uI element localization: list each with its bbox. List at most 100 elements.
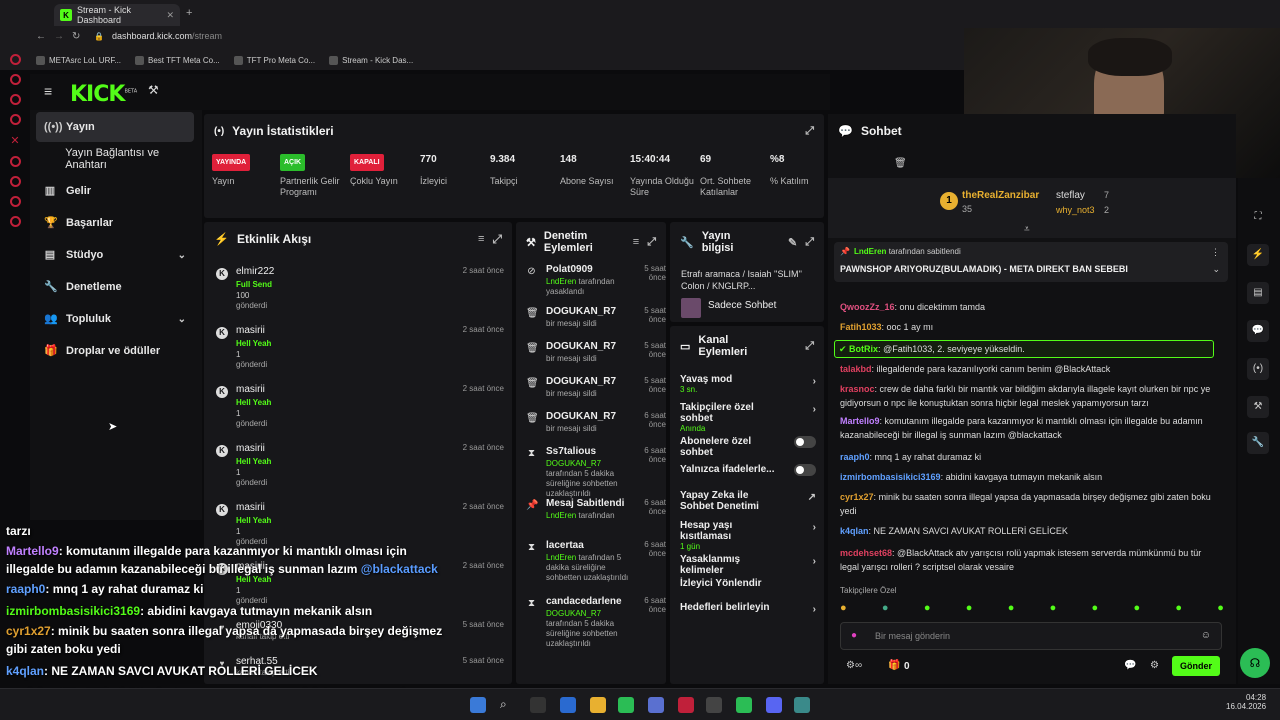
folder-icon[interactable] <box>590 697 606 713</box>
emote-icon[interactable]: ● <box>1217 602 1224 618</box>
gx-icon[interactable] <box>9 74 21 85</box>
url-field[interactable]: dashboard.kick.com/stream <box>112 31 222 41</box>
channel-action-8[interactable]: İzleyici Yönlendir <box>680 578 816 589</box>
app-icon[interactable] <box>794 697 810 713</box>
feed-username[interactable]: masirii <box>236 443 265 454</box>
forward-icon[interactable]: → <box>54 31 64 42</box>
chat-username[interactable]: Fatih1033 <box>840 322 882 332</box>
channel-action-6[interactable]: Hesap yaşı kısıtlaması 1 gün › <box>680 520 816 551</box>
popout-icon[interactable]: ⤢ <box>492 232 502 247</box>
menu-icon[interactable]: ≡ <box>44 83 52 99</box>
x-icon[interactable]: ✕ <box>10 134 19 147</box>
moderation-target[interactable]: Ss7talious <box>546 446 596 457</box>
emote-icon[interactable]: ● <box>840 602 847 618</box>
moderation-target[interactable]: Mesaj Sabitlendi <box>546 498 624 509</box>
leader-name[interactable]: steflay <box>1056 190 1085 201</box>
moderation-target[interactable]: DOGUKAN_R7 <box>546 341 616 352</box>
notes-icon[interactable]: ▤ <box>1247 282 1269 304</box>
mod-icon[interactable]: ⚒ <box>1247 396 1269 418</box>
bookmark-item[interactable]: Best TFT Meta Co... <box>135 55 220 65</box>
search-icon[interactable]: ⌕ <box>500 697 516 713</box>
feed-username[interactable]: elmir222 <box>236 266 274 277</box>
channel-action-7[interactable]: Yasaklanmış kelimeler › <box>680 554 816 576</box>
sidebar-item-gelir[interactable]: ▥ Gelir <box>36 176 194 206</box>
emote-icon[interactable]: ● <box>882 602 889 618</box>
mail-icon[interactable] <box>560 697 576 713</box>
whatsapp-icon[interactable] <box>618 697 634 713</box>
sidebar-item-droplar[interactable]: 🎁 Droplar ve ödüller <box>36 336 194 366</box>
emote-icon[interactable]: ● <box>1175 602 1182 618</box>
channel-action-9[interactable]: Hedefleri belirleyin › <box>680 602 816 615</box>
popout-icon[interactable]: ⤢ <box>805 236 814 249</box>
opera-icon[interactable] <box>9 54 21 65</box>
moderation-target[interactable]: Polat0909 <box>546 264 593 275</box>
chat-bubble-icon[interactable]: 💬 <box>1124 660 1136 671</box>
filter-icon[interactable]: ≡ <box>478 233 484 245</box>
channel-action-1[interactable]: Yavaş mod 3 sn. › <box>680 374 816 394</box>
moderation-target[interactable]: lacertaa <box>546 540 584 551</box>
support-icon[interactable]: ☊ <box>1240 648 1270 678</box>
settings-link-icon[interactable]: ⚙∞ <box>846 660 862 671</box>
chat-username[interactable]: krasnoc <box>840 384 875 394</box>
sidebar-item-denetleme[interactable]: 🔧 Denetleme <box>36 272 194 302</box>
twitch-icon[interactable] <box>9 94 21 105</box>
new-tab-icon[interactable]: + <box>186 7 192 19</box>
messenger-icon[interactable] <box>9 196 21 207</box>
chat-username[interactable]: izmirbombasisikici3169 <box>840 472 941 482</box>
chat-input[interactable]: ● Bir mesaj gönderin ☺ <box>840 622 1222 650</box>
clock[interactable]: 04:28 16.04.2026 <box>1226 693 1266 711</box>
back-icon[interactable]: ← <box>36 31 46 42</box>
sidebar-item-stream-key[interactable]: Yayın Bağlantısı ve Anahtarı <box>36 144 194 174</box>
kick-logo[interactable]: KICKBETA <box>70 82 137 107</box>
site-info-icon[interactable]: 🔒 <box>94 32 104 41</box>
trash-icon[interactable]: 🗑 <box>894 158 907 169</box>
discord-icon[interactable] <box>9 176 21 187</box>
bookmark-item[interactable]: TFT Pro Meta Co... <box>233 55 315 65</box>
broadcast-icon[interactable]: (•) <box>1247 358 1269 380</box>
emote-icon[interactable]: ● <box>1008 602 1015 618</box>
emote-icon[interactable]: ● <box>966 602 973 618</box>
sidebar-item-studyo[interactable]: ▤ Stüdyo ⌄ <box>36 240 194 270</box>
collapse-icon[interactable]: ⩡ <box>1024 224 1030 235</box>
fullscreen-icon[interactable]: ⛶ <box>1247 206 1269 228</box>
channel-action-4[interactable]: Yalnızca ifadelerle... <box>680 464 816 476</box>
chat-username[interactable]: BotRix <box>849 344 878 354</box>
moderation-target[interactable]: DOGUKAN_R7 <box>546 306 616 317</box>
sidebar-item-yayin[interactable]: ((•)) Yayın <box>36 112 194 142</box>
filter-icon[interactable]: ≡ <box>633 236 639 248</box>
channel-action-3[interactable]: Abonelere özel sohbet <box>680 436 816 458</box>
sidebar-item-basarilar[interactable]: 🏆 Başarılar <box>36 208 194 238</box>
stream-category[interactable]: Sadece Sohbet <box>708 300 776 311</box>
app-icon[interactable] <box>648 697 664 713</box>
emote-icon[interactable]: ● <box>1092 602 1099 618</box>
leader-name[interactable]: why_not3 <box>1056 205 1095 215</box>
browser-tab[interactable]: K Stream - Kick Dashboard ✕ <box>54 4 180 26</box>
feed-username[interactable]: masirii <box>236 325 265 336</box>
settings-icon[interactable] <box>9 216 21 227</box>
gear-icon[interactable]: ⚙ <box>1150 660 1159 671</box>
chat-username[interactable]: talakbd <box>840 364 872 374</box>
spotify-icon[interactable] <box>736 697 752 713</box>
leader-name[interactable]: theRealZanzibar <box>962 190 1039 201</box>
popout-icon[interactable]: ⤢ <box>805 125 814 138</box>
bookmark-item[interactable]: METAsrc LoL URF... <box>36 55 121 65</box>
moderation-target[interactable]: DOGUKAN_R7 <box>546 411 616 422</box>
start-icon[interactable] <box>470 697 486 713</box>
toggle-switch[interactable] <box>794 464 816 476</box>
emote-icon[interactable]: ● <box>1133 602 1140 618</box>
emoji-icon[interactable]: ☺ <box>1201 630 1211 641</box>
emote-icon[interactable]: ● <box>924 602 931 618</box>
chat-username[interactable]: QwoozZz_16 <box>840 302 895 312</box>
bookmark-item[interactable]: Stream - Kick Das... <box>329 55 413 65</box>
player-icon[interactable] <box>9 156 21 167</box>
popout-icon[interactable]: ⤢ <box>805 340 814 353</box>
app-icon[interactable] <box>706 697 722 713</box>
hammer-icon[interactable]: ⚒ <box>148 83 159 97</box>
popout-icon[interactable]: ⤢ <box>647 236 656 249</box>
emote-icon[interactable]: ● <box>1050 602 1057 618</box>
channel-action-2[interactable]: Takipçilere özel sohbet Anında › <box>680 402 816 433</box>
toggle-switch[interactable] <box>794 436 816 448</box>
close-tab-icon[interactable]: ✕ <box>166 10 174 21</box>
opera-icon[interactable] <box>678 697 694 713</box>
more-icon[interactable]: ⋮ <box>1211 247 1220 258</box>
